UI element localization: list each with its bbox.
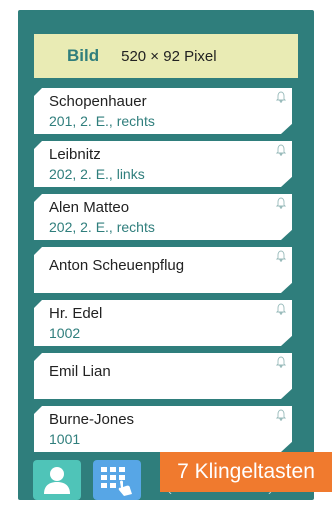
bell-icon bbox=[276, 91, 286, 103]
doorbell-entry[interactable]: Leibnitz 202, 2. E., links bbox=[34, 141, 292, 187]
entry-detail: 201, 2. E., rechts bbox=[49, 113, 155, 129]
bell-icon bbox=[276, 303, 286, 315]
keypad-hand-icon bbox=[101, 467, 132, 496]
image-size-banner: Bild 520 × 92 Pixel bbox=[34, 34, 298, 78]
doorbell-entry[interactable]: Hr. Edel 1002 bbox=[34, 300, 292, 346]
bell-icon bbox=[276, 409, 286, 421]
entry-detail: 1002 bbox=[49, 325, 81, 341]
doorbell-list: Schopenhauer 201, 2. E., rechts Leibnitz… bbox=[34, 88, 292, 459]
banner-size: 520 × 92 Pixel bbox=[121, 47, 217, 65]
entry-detail: 202, 2. E., rechts bbox=[49, 219, 155, 235]
bell-icon bbox=[276, 144, 286, 156]
entry-name: Alen Matteo bbox=[49, 199, 130, 216]
entry-name: Leibnitz bbox=[49, 146, 101, 163]
keypad-button[interactable] bbox=[93, 460, 141, 500]
entry-name: Emil Lian bbox=[49, 363, 111, 380]
caption-badge: 7 Klingeltasten bbox=[160, 452, 332, 492]
entry-name: Anton Scheuenpflug bbox=[49, 257, 185, 274]
user-icon bbox=[44, 467, 70, 494]
entry-name: Schopenhauer bbox=[49, 93, 147, 110]
entry-detail: 1001 bbox=[49, 431, 81, 447]
doorbell-entry[interactable]: Burne-Jones 1001 bbox=[34, 406, 292, 452]
bell-icon bbox=[276, 197, 286, 209]
doorbell-entry[interactable]: Schopenhauer 201, 2. E., rechts bbox=[34, 88, 292, 134]
doorbell-entry[interactable]: Anton Scheuenpflug bbox=[34, 247, 292, 293]
entry-name: Burne-Jones bbox=[49, 411, 135, 428]
entry-detail: 202, 2. E., links bbox=[49, 166, 145, 182]
entry-name: Hr. Edel bbox=[49, 305, 103, 322]
bell-icon bbox=[276, 250, 286, 262]
doorbell-panel: Bild 520 × 92 Pixel Schopenhauer 201, 2.… bbox=[18, 10, 314, 500]
banner-label: Bild bbox=[67, 46, 100, 65]
doorbell-entry[interactable]: Emil Lian bbox=[34, 353, 292, 399]
bell-icon bbox=[276, 356, 286, 368]
doorbell-entry[interactable]: Alen Matteo 202, 2. E., rechts bbox=[34, 194, 292, 240]
user-button[interactable] bbox=[33, 460, 81, 500]
